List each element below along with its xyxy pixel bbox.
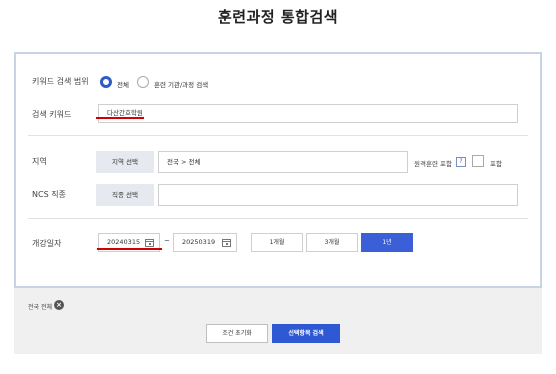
ncs-select-button[interactable]: 직종 선택 (96, 184, 154, 206)
keyword-label: 검색 키워드 (32, 110, 72, 119)
scope-institution-radio[interactable] (137, 76, 149, 88)
region-value-field[interactable]: 전국 > 전체 (158, 151, 408, 173)
period-1year-button[interactable]: 1년 (361, 233, 413, 252)
date-separator: ~ (164, 237, 170, 245)
period-3month-button[interactable]: 3개월 (306, 233, 358, 252)
keyword-input[interactable]: 다산간호학원 (98, 104, 518, 123)
start-date-value: 20240315 (107, 238, 141, 246)
start-date-highlight (97, 248, 162, 250)
ncs-label: NCS 직종 (32, 190, 66, 199)
start-date-label: 개강일자 (32, 239, 62, 248)
remote-include-checkbox[interactable] (472, 155, 484, 167)
search-button[interactable]: 선택항목 검색 (272, 324, 340, 343)
calendar-icon[interactable] (222, 239, 231, 247)
remote-training-label: 원격훈련 포함 (414, 160, 452, 168)
calendar-icon[interactable] (145, 239, 154, 247)
scope-all-label[interactable]: 전체 (117, 79, 129, 89)
region-label: 지역 (32, 157, 47, 166)
page-title: 훈련과정 통합검색 (217, 8, 339, 26)
period-1month-button[interactable]: 1개월 (251, 233, 303, 252)
region-select-button[interactable]: 지역 선택 (96, 151, 154, 173)
include-label: 포함 (490, 160, 502, 168)
end-date-value: 20250319 (182, 238, 216, 246)
scope-all-radio[interactable] (100, 76, 112, 88)
search-panel-wrapper: 키워드 검색 범위 전체 훈련 기관/과정 검색 검색 키워드 다산간호학원 지… (14, 52, 542, 354)
ncs-value-field[interactable] (158, 184, 518, 206)
divider (28, 218, 528, 219)
selected-chip-label: 전국 전체 (28, 304, 52, 311)
search-panel: 키워드 검색 범위 전체 훈련 기관/과정 검색 검색 키워드 다산간호학원 지… (14, 52, 542, 288)
close-icon[interactable]: × (54, 300, 64, 310)
search-scope-label: 키워드 검색 범위 (32, 77, 89, 86)
help-icon[interactable]: ? (456, 157, 466, 167)
reset-button[interactable]: 조건 초기화 (206, 324, 268, 343)
end-date-input[interactable]: 20250319 (173, 233, 237, 252)
divider (28, 135, 528, 136)
keyword-highlight (96, 117, 144, 119)
scope-institution-label[interactable]: 훈련 기관/과정 검색 (154, 79, 208, 89)
